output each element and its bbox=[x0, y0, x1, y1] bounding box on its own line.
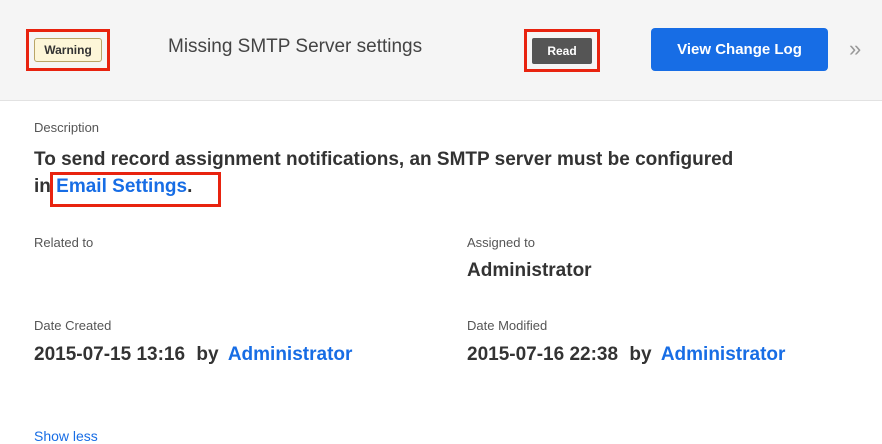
date-modified-label: Date Modified bbox=[467, 318, 548, 333]
related-to-label: Related to bbox=[34, 235, 94, 250]
date-created-field: 2015-07-15 13:16 by Administrator bbox=[34, 344, 352, 366]
date-modified-user-link[interactable]: Administrator bbox=[661, 344, 786, 365]
highlight-box-email-settings bbox=[50, 172, 221, 207]
double-chevron-right-icon[interactable]: » bbox=[849, 36, 861, 62]
date-created-value: 2015-07-15 13:16 bbox=[34, 344, 186, 365]
date-modified-field: 2015-07-16 22:38 by Administrator bbox=[467, 344, 785, 366]
record-title: Missing SMTP Server settings bbox=[168, 36, 423, 57]
date-created-by: by bbox=[196, 344, 219, 365]
read-badge[interactable]: Read bbox=[532, 38, 592, 64]
description-label: Description bbox=[34, 120, 100, 135]
show-less-link[interactable]: Show less bbox=[34, 428, 98, 444]
assigned-to-label: Assigned to bbox=[467, 235, 535, 250]
assigned-to-value[interactable]: Administrator bbox=[467, 260, 592, 282]
date-modified-value: 2015-07-16 22:38 bbox=[467, 344, 619, 365]
date-created-user-link[interactable]: Administrator bbox=[228, 344, 353, 365]
date-modified-by: by bbox=[629, 344, 652, 365]
date-created-label: Date Created bbox=[34, 318, 112, 333]
view-change-log-button[interactable]: View Change Log bbox=[651, 28, 828, 71]
description-line1: To send record assignment notifications,… bbox=[34, 149, 734, 170]
warning-badge: Warning bbox=[34, 38, 102, 62]
record-header: Warning Missing SMTP Server settings Rea… bbox=[0, 0, 882, 101]
